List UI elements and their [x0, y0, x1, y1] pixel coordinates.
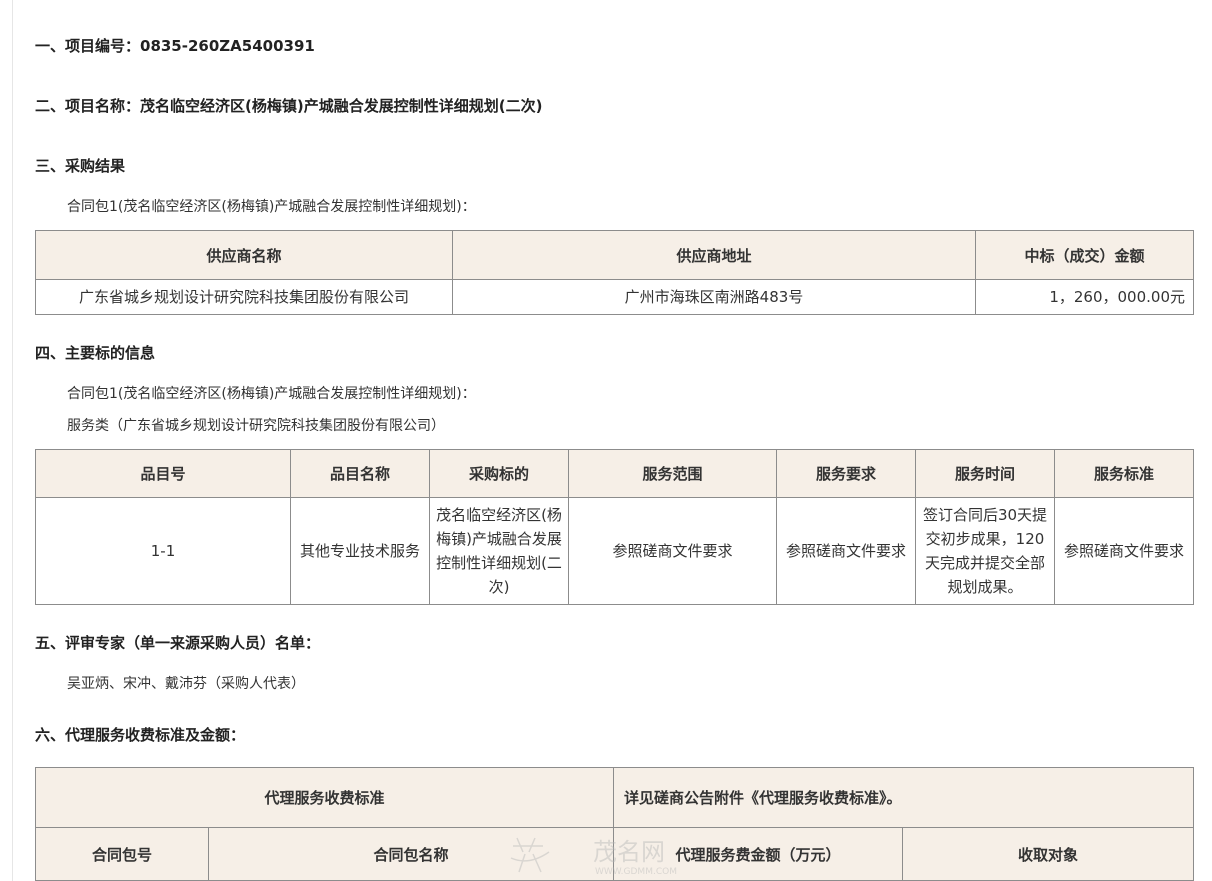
section-agency-fee: 六、代理服务收费标准及金额： — [35, 726, 246, 744]
header-item-number: 品目号 — [35, 449, 291, 498]
header-package-number: 合同包号 — [35, 827, 209, 881]
section-review-experts: 五、评审专家（单一来源采购人员）名单： — [35, 634, 321, 652]
result-table-header: 供应商名称 供应商地址 中标（成交）金额 — [35, 230, 1194, 280]
supplier-name: 广东省城乡规划设计研究院科技集团股份有限公司 — [35, 279, 453, 315]
watermark-text: 茂名网 — [593, 838, 665, 866]
header-item-name: 品目名称 — [290, 449, 430, 498]
supplier-address: 广州市海珠区南洲路483号 — [452, 279, 976, 315]
watermark-url: WWW.GDMM.COM — [595, 867, 677, 877]
header-service-requirement: 服务要求 — [776, 449, 916, 498]
service-time: 签订合同后30天提交初步成果，120天完成并提交全部规划成果。 — [915, 497, 1055, 605]
service-standard: 参照磋商文件要求 — [1054, 497, 1194, 605]
result-package-label: 合同包1(茂名临空经济区(杨梅镇)产城融合发展控制性详细规划)： — [67, 199, 476, 215]
item-number: 1-1 — [35, 497, 291, 605]
left-border-line — [12, 0, 13, 881]
header-supplier-name: 供应商名称 — [35, 230, 453, 280]
section-project-number: 一、项目编号：0835-260ZA5400391 — [35, 37, 315, 55]
bid-amount: 1，260，000.00元 — [975, 279, 1194, 315]
agency-standard-label: 代理服务收费标准 — [34, 767, 615, 828]
header-service-scope: 服务范围 — [568, 449, 777, 498]
header-service-time: 服务时间 — [915, 449, 1055, 498]
service-scope: 参照磋商文件要求 — [568, 497, 777, 605]
header-procurement-subject: 采购标的 — [429, 449, 569, 498]
item-name: 其他专业技术服务 — [290, 497, 430, 605]
experts-list: 吴亚炳、宋冲、戴沛芬（采购人代表） — [67, 676, 305, 692]
section-purchase-result: 三、采购结果 — [35, 157, 126, 175]
agency-standard-value: 详见磋商公告附件《代理服务收费标准》。 — [613, 767, 1195, 828]
header-supplier-address: 供应商地址 — [452, 230, 976, 280]
result-table: 供应商名称 供应商地址 中标（成交）金额 广东省城乡规划设计研究院科技集团股份有… — [35, 230, 1194, 315]
header-fee-payer: 收取对象 — [902, 827, 1195, 881]
subject-table: 品目号 品目名称 采购标的 服务范围 服务要求 服务时间 服务标准 1-1 其他… — [35, 449, 1194, 605]
subject-package-label: 合同包1(茂名临空经济区(杨梅镇)产城融合发展控制性详细规划)： — [67, 386, 476, 402]
agency-standard-row: 代理服务收费标准 详见磋商公告附件《代理服务收费标准》。 — [34, 767, 1195, 828]
table-row: 1-1 其他专业技术服务 茂名临空经济区(杨梅镇)产城融合发展控制性详细规划(二… — [35, 497, 1194, 605]
procurement-subject: 茂名临空经济区(杨梅镇)产城融合发展控制性详细规划(二次) — [429, 497, 569, 605]
section-subject-info: 四、主要标的信息 — [35, 344, 156, 362]
table-row: 广东省城乡规划设计研究院科技集团股份有限公司 广州市海珠区南洲路483号 1，2… — [35, 279, 1194, 315]
section-project-name: 二、项目名称：茂名临空经济区(杨梅镇)产城融合发展控制性详细规划(二次) — [35, 97, 543, 115]
subject-category-label: 服务类（广东省城乡规划设计研究院科技集团股份有限公司） — [67, 418, 445, 434]
site-watermark-logo: 茂名网 WWW.GDMM.COM — [510, 837, 677, 877]
header-service-standard: 服务标准 — [1054, 449, 1194, 498]
service-requirement: 参照磋商文件要求 — [776, 497, 916, 605]
subject-table-header: 品目号 品目名称 采购标的 服务范围 服务要求 服务时间 服务标准 — [35, 449, 1194, 498]
header-bid-amount: 中标（成交）金额 — [975, 230, 1194, 280]
